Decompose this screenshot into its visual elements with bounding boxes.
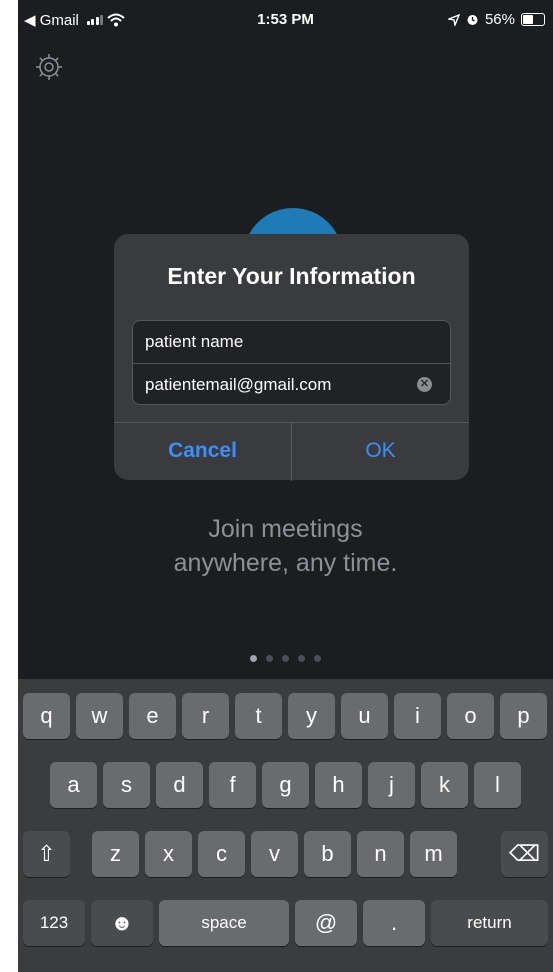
keyboard: ⇧ ⌫ 123 ☻ space @ . return qwertyuiop asd… [18, 679, 553, 972]
key-k[interactable]: k [421, 762, 468, 808]
battery-icon [521, 13, 545, 26]
key-d[interactable]: d [156, 762, 203, 808]
page-dot[interactable] [282, 655, 289, 662]
dialog-title: Enter Your Information [167, 263, 416, 289]
tagline-line-1: Join meetings [208, 515, 363, 543]
cancel-button[interactable]: Cancel [114, 423, 292, 481]
key-q[interactable]: q [23, 693, 70, 739]
page-indicator[interactable] [18, 655, 553, 662]
dialog-buttons: Cancel OK [114, 422, 469, 481]
location-arrow-icon [447, 13, 460, 26]
clear-text-icon[interactable]: ✕ [417, 377, 432, 392]
battery-percent: 56% [484, 11, 515, 28]
key-z[interactable]: z [92, 831, 139, 877]
page-dot[interactable] [266, 655, 273, 662]
gear-icon [36, 54, 62, 80]
delete-key[interactable]: ⌫ [501, 831, 548, 877]
key-l[interactable]: l [474, 762, 521, 808]
name-field[interactable]: patient name [133, 321, 450, 362]
alarm-icon [467, 15, 478, 25]
name-field-value: patient name [145, 332, 244, 351]
email-field[interactable]: patientemail@gmail.com ✕ [133, 363, 450, 405]
key-m[interactable]: m [410, 831, 457, 877]
page-dot[interactable] [298, 655, 305, 662]
app-screen: ◀ Gmail 1:53 PM 56% Enter Your Informati… [18, 0, 553, 972]
numbers-key[interactable]: 123 [23, 900, 85, 946]
status-right: 56% [447, 11, 545, 28]
info-dialog: Enter Your Information patient name pati… [114, 234, 469, 481]
key-p[interactable]: p [500, 693, 547, 739]
key-u[interactable]: u [341, 693, 388, 739]
key-g[interactable]: g [262, 762, 309, 808]
key-o[interactable]: o [447, 693, 494, 739]
return-key[interactable]: return [431, 900, 548, 946]
ok-button[interactable]: OK [292, 423, 469, 481]
key-b[interactable]: b [304, 831, 351, 877]
key-h[interactable]: h [315, 762, 362, 808]
page-dot[interactable] [314, 655, 321, 662]
key-e[interactable]: e [129, 693, 176, 739]
key-v[interactable]: v [251, 831, 298, 877]
dialog-fields: patient name patientemail@gmail.com ✕ [132, 320, 451, 405]
tagline: Join meetings anywhere, any time. [18, 512, 553, 580]
key-r[interactable]: r [182, 693, 229, 739]
key-f[interactable]: f [209, 762, 256, 808]
page-dot[interactable] [250, 655, 257, 662]
key-s[interactable]: s [103, 762, 150, 808]
tagline-line-2: anywhere, any time. [173, 549, 398, 577]
key-j[interactable]: j [368, 762, 415, 808]
email-field-value: patientemail@gmail.com [145, 375, 332, 394]
key-w[interactable]: w [76, 693, 123, 739]
key-n[interactable]: n [357, 831, 404, 877]
key-c[interactable]: c [198, 831, 245, 877]
at-key[interactable]: @ [295, 900, 357, 946]
key-t[interactable]: t [235, 693, 282, 739]
dot-key[interactable]: . [363, 900, 425, 946]
key-a[interactable]: a [50, 762, 97, 808]
status-bar: ◀ Gmail 1:53 PM 56% [18, 0, 553, 44]
key-x[interactable]: x [145, 831, 192, 877]
key-y[interactable]: y [288, 693, 335, 739]
shift-key[interactable]: ⇧ [23, 831, 70, 877]
space-key[interactable]: space [159, 900, 289, 946]
settings-gear-button[interactable] [34, 52, 64, 87]
emoji-key[interactable]: ☻ [91, 900, 153, 946]
key-i[interactable]: i [394, 693, 441, 739]
